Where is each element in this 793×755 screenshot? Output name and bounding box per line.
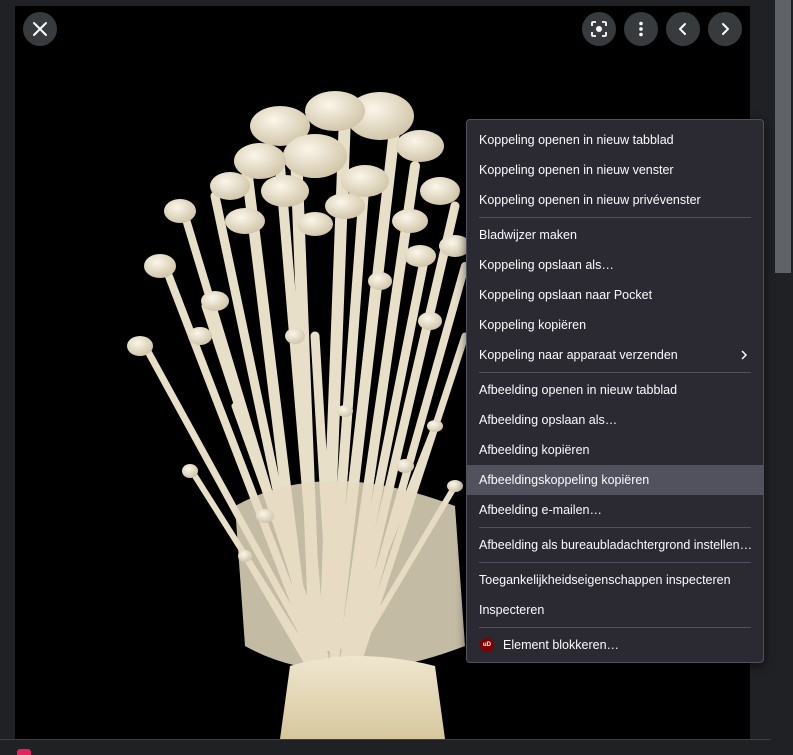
menu-save-link-to-pocket[interactable]: Koppeling opslaan naar Pocket [467, 280, 763, 310]
site-favicon [17, 749, 31, 755]
menu-separator [479, 627, 751, 628]
menu-item-label: Koppeling openen in nieuw venster [479, 163, 674, 177]
menu-item-label: Afbeelding opslaan als… [479, 413, 618, 427]
context-menu: Koppeling openen in nieuw tabblad Koppel… [466, 119, 764, 663]
menu-open-link-private-window[interactable]: Koppeling openen in nieuw privévenster [467, 185, 763, 215]
bottom-strip [0, 739, 771, 755]
menu-item-label: Toegankelijkheidseigenschappen inspecter… [479, 573, 731, 587]
menu-separator [479, 562, 751, 563]
menu-save-link-as[interactable]: Koppeling opslaan als… [467, 250, 763, 280]
menu-block-element[interactable]: uD Element blokkeren… [467, 630, 763, 660]
chevron-left-icon [679, 23, 686, 35]
menu-send-link-to-device[interactable]: Koppeling naar apparaat verzenden [467, 340, 763, 370]
menu-item-label: Afbeelding openen in nieuw tabblad [479, 383, 678, 397]
menu-inspect-accessibility[interactable]: Toegankelijkheidseigenschappen inspecter… [467, 565, 763, 595]
menu-save-image-as[interactable]: Afbeelding opslaan als… [467, 405, 763, 435]
menu-item-label: Afbeeldingskoppeling kopiëren [479, 473, 650, 487]
menu-copy-link[interactable]: Koppeling kopiëren [467, 310, 763, 340]
close-button[interactable] [23, 12, 57, 46]
menu-item-label: Koppeling opslaan naar Pocket [479, 288, 653, 302]
menu-item-label: Afbeelding e-mailen… [479, 503, 602, 517]
menu-copy-image[interactable]: Afbeelding kopiëren [467, 435, 763, 465]
menu-copy-image-link[interactable]: Afbeeldingskoppeling kopiëren [467, 465, 763, 495]
menu-item-label: Koppeling kopiëren [479, 318, 587, 332]
next-image-button[interactable] [708, 12, 742, 46]
chevron-right-icon [722, 23, 729, 35]
menu-item-label: Koppeling openen in nieuw privévenster [479, 193, 701, 207]
menu-item-label: Inspecteren [479, 603, 545, 617]
menu-item-label: Afbeelding kopiëren [479, 443, 590, 457]
previous-image-button[interactable] [666, 12, 700, 46]
lens-icon [591, 21, 607, 37]
more-options-button[interactable] [624, 12, 658, 46]
ublock-origin-icon: uD [480, 638, 494, 652]
submenu-chevron-icon [739, 340, 749, 370]
menu-inspect[interactable]: Inspecteren [467, 595, 763, 625]
menu-open-image-new-tab[interactable]: Afbeelding openen in nieuw tabblad [467, 375, 763, 405]
menu-set-desktop-background[interactable]: Afbeelding als bureaubladachtergrond ins… [467, 530, 763, 560]
menu-item-label: Afbeelding als bureaubladachtergrond ins… [479, 538, 753, 552]
menu-item-label: Koppeling openen in nieuw tabblad [479, 133, 674, 147]
menu-separator [479, 372, 751, 373]
menu-open-link-new-window[interactable]: Koppeling openen in nieuw venster [467, 155, 763, 185]
scrollbar-thumb[interactable] [775, 0, 791, 273]
menu-open-link-new-tab[interactable]: Koppeling openen in nieuw tabblad [467, 125, 763, 155]
menu-separator [479, 527, 751, 528]
close-icon [33, 22, 47, 36]
menu-item-label: Koppeling naar apparaat verzenden [479, 348, 678, 362]
menu-item-label: Bladwijzer maken [479, 228, 577, 242]
menu-item-label: Element blokkeren… [503, 638, 620, 652]
more-vert-icon [639, 21, 643, 37]
menu-bookmark-link[interactable]: Bladwijzer maken [467, 220, 763, 250]
menu-item-label: Koppeling opslaan als… [479, 258, 614, 272]
menu-email-image[interactable]: Afbeelding e-mailen… [467, 495, 763, 525]
menu-separator [479, 217, 751, 218]
lens-search-button[interactable] [582, 12, 616, 46]
